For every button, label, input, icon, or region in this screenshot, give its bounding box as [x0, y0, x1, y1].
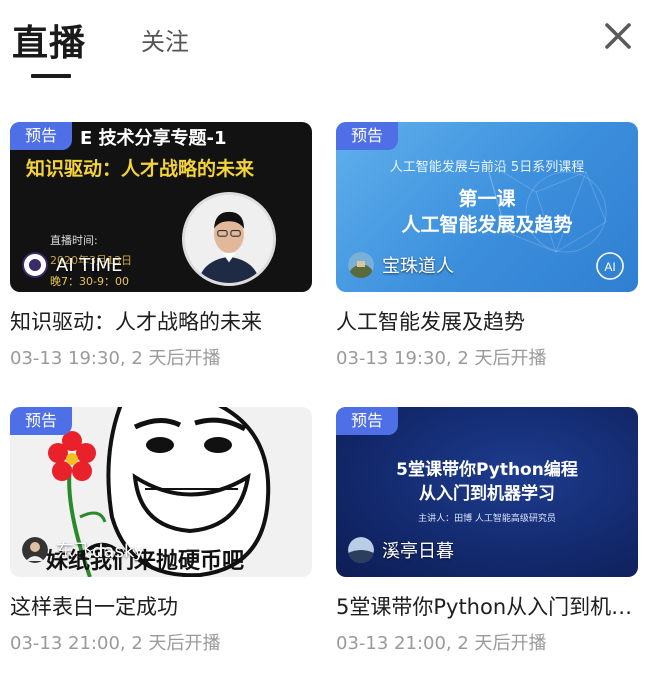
author-avatar [22, 537, 48, 563]
card-author[interactable]: 溪亭日暮 [348, 537, 454, 563]
live-page: 直播 关注 预告 E 技术分享专题-1 知识驱动：人才战略的未来 直播时间: 2… [0, 0, 653, 683]
speaker-portrait [182, 192, 276, 286]
card-schedule: 03-13 21:00, 2 天后开播 [10, 633, 221, 654]
card-schedule: 03-13 19:30, 2 天后开播 [336, 348, 547, 369]
live-card[interactable]: 预告 E 技术分享专题-1 知识驱动：人才战略的未来 直播时间: 2020年3月… [10, 122, 312, 370]
card-author[interactable]: AI TIME [22, 252, 123, 278]
card-title[interactable]: 知识驱动：人才战略的未来 [10, 306, 312, 336]
svg-text:AI: AI [604, 260, 615, 274]
close-icon [605, 23, 631, 49]
preview-badge: 预告 [10, 122, 72, 150]
card-schedule: 03-13 19:30, 2 天后开播 [10, 348, 221, 369]
card-title[interactable]: 这样表白一定成功 [10, 591, 312, 621]
thumbnail-live-label: 直播时间: [50, 234, 98, 247]
preview-badge: 预告 [336, 407, 398, 435]
card-author[interactable]: 宝珠道人 [348, 252, 454, 278]
card-author[interactable]: 东飞dasky [22, 537, 144, 563]
author-avatar [348, 252, 374, 278]
close-button[interactable] [600, 18, 636, 54]
author-name: AI TIME [56, 254, 123, 276]
ai-logo-icon: AI [596, 252, 624, 280]
card-thumbnail[interactable]: 预告 5堂课带你Python编程 从入门到机器学习 主讲人：田博 人工智能高级研… [336, 407, 638, 577]
author-name: 东飞dasky [56, 541, 145, 562]
tab-follow[interactable]: 关注 [141, 22, 189, 57]
author-name: 宝珠道人 [382, 256, 454, 277]
card-thumbnail[interactable]: 预告 E 技术分享专题-1 知识驱动：人才战略的未来 直播时间: 2020年3月… [10, 122, 312, 292]
thumbnail-heading: 第一课 [458, 188, 516, 210]
thumbnail-heading: E 技术分享专题-1 [80, 128, 227, 149]
thumbnail-speaker: 主讲人：田博 人工智能高级研究员 [418, 514, 556, 524]
live-card[interactable]: 预告 5堂课带你Python编程 从入门到机器学习 主讲人：田博 人工智能高级研… [336, 407, 638, 655]
thumbnail-series-label: 人工智能发展与前沿 5日系列课程 [389, 160, 585, 175]
author-avatar [348, 537, 374, 563]
active-tab-indicator [31, 74, 71, 78]
tab-live[interactable]: 直播 [12, 14, 86, 66]
thumbnail-subheading: 人工智能发展及趋势 [401, 214, 573, 236]
thumbnail-heading: 5堂课带你Python编程 [396, 460, 578, 480]
card-title[interactable]: 5堂课带你Python从入门到机器学习 [336, 591, 638, 621]
thumbnail-subheading: 从入门到机器学习 [419, 484, 555, 504]
card-schedule: 03-13 21:00, 2 天后开播 [336, 633, 547, 654]
preview-badge: 预告 [10, 407, 72, 435]
thumbnail-subheading: 知识驱动：人才战略的未来 [26, 158, 255, 180]
card-thumbnail[interactable]: 预告 人工智能发展与前沿 5日系列课程 第一课 人工智能发展及趋势 宝珠道人 A… [336, 122, 638, 292]
card-title[interactable]: 人工智能发展及趋势 [336, 306, 638, 336]
author-avatar [22, 252, 48, 278]
card-thumbnail[interactable]: 预告 妹纸我们来抛硬币吧 东飞dasky [10, 407, 312, 577]
live-card[interactable]: 预告 妹纸我们来抛硬币吧 东飞dasky 这样表白一定成功 03-13 21:0… [10, 407, 312, 655]
author-name: 溪亭日暮 [382, 541, 454, 562]
live-card[interactable]: 预告 人工智能发展与前沿 5日系列课程 第一课 人工智能发展及趋势 宝珠道人 A… [336, 122, 638, 370]
preview-badge: 预告 [336, 122, 398, 150]
